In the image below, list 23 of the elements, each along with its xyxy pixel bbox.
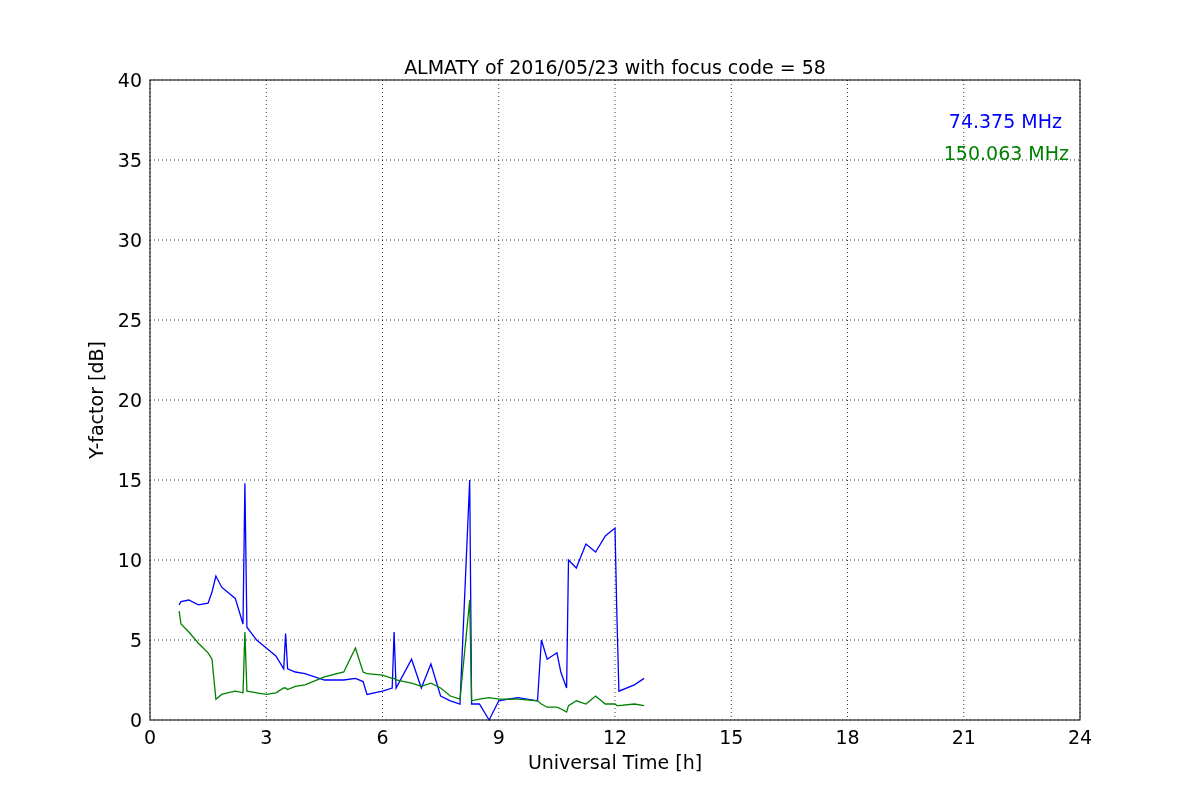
x-tick-label: 18	[835, 726, 860, 748]
x-tick-label: 9	[492, 726, 505, 748]
legend-label: 150.063 MHz	[943, 142, 1069, 164]
x-tick-label: 12	[602, 726, 628, 748]
x-tick-label: 3	[260, 726, 273, 748]
x-tick-label: 0	[143, 726, 157, 748]
y-tick-label: 15	[117, 469, 142, 491]
y-tick-label: 0	[129, 709, 142, 731]
y-tick-label: 35	[117, 149, 142, 171]
x-tick-label: 15	[719, 726, 744, 748]
y-tick-label: 40	[117, 69, 142, 91]
x-axis-label: Universal Time [h]	[527, 751, 703, 773]
y-tick-label: 10	[117, 549, 142, 571]
y-axis-label: Y-factor [dB]	[85, 341, 107, 459]
y-tick-label: 5	[129, 629, 142, 651]
x-tick-label: 24	[1067, 726, 1093, 748]
legend-label: 74.375 MHz	[948, 110, 1062, 132]
y-tick-label: 30	[117, 229, 142, 251]
y-tick-label: 25	[117, 309, 142, 331]
chart-title: ALMATY of 2016/05/23 with focus code = 58	[404, 56, 826, 78]
x-tick-label: 6	[376, 726, 389, 748]
x-tick-label: 21	[951, 726, 976, 748]
y-tick-label: 20	[117, 389, 142, 411]
